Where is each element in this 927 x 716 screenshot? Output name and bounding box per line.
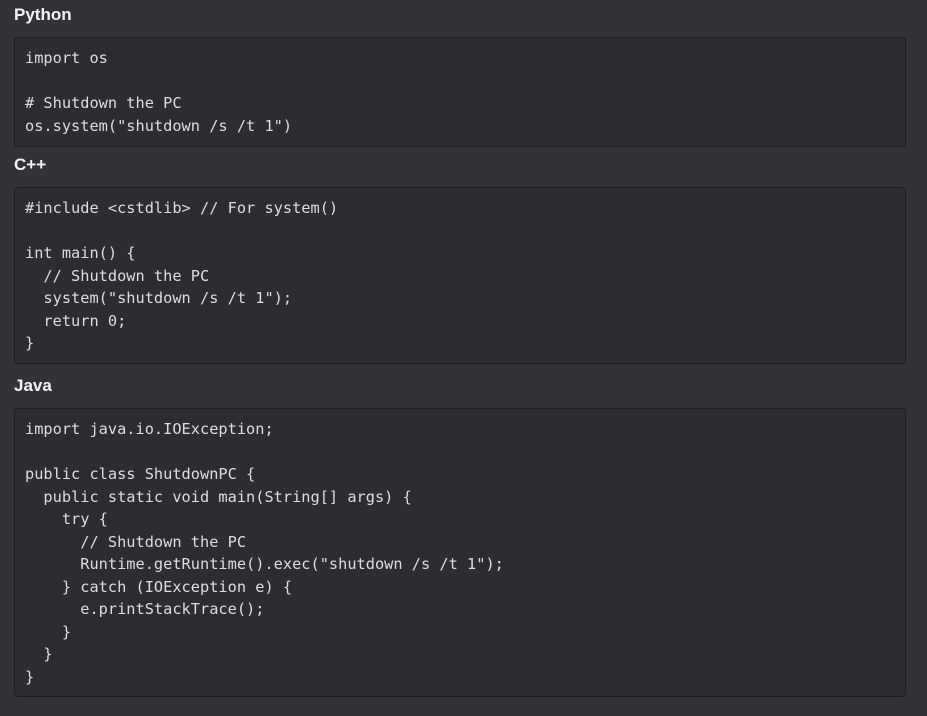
python-heading: Python — [14, 5, 72, 24]
java-code-block[interactable]: import java.io.IOException; public class… — [14, 408, 906, 697]
java-code[interactable]: import java.io.IOException; public class… — [25, 418, 895, 688]
message-content: Python import os # Shutdown the PC os.sy… — [0, 0, 927, 716]
cpp-code-block[interactable]: #include <cstdlib> // For system() int m… — [14, 187, 906, 364]
java-heading: Java — [14, 376, 52, 395]
python-code[interactable]: import os # Shutdown the PC os.system("s… — [25, 47, 895, 137]
cpp-code[interactable]: #include <cstdlib> // For system() int m… — [25, 197, 895, 355]
cpp-heading: C++ — [14, 155, 47, 174]
python-code-block[interactable]: import os # Shutdown the PC os.system("s… — [14, 37, 906, 147]
